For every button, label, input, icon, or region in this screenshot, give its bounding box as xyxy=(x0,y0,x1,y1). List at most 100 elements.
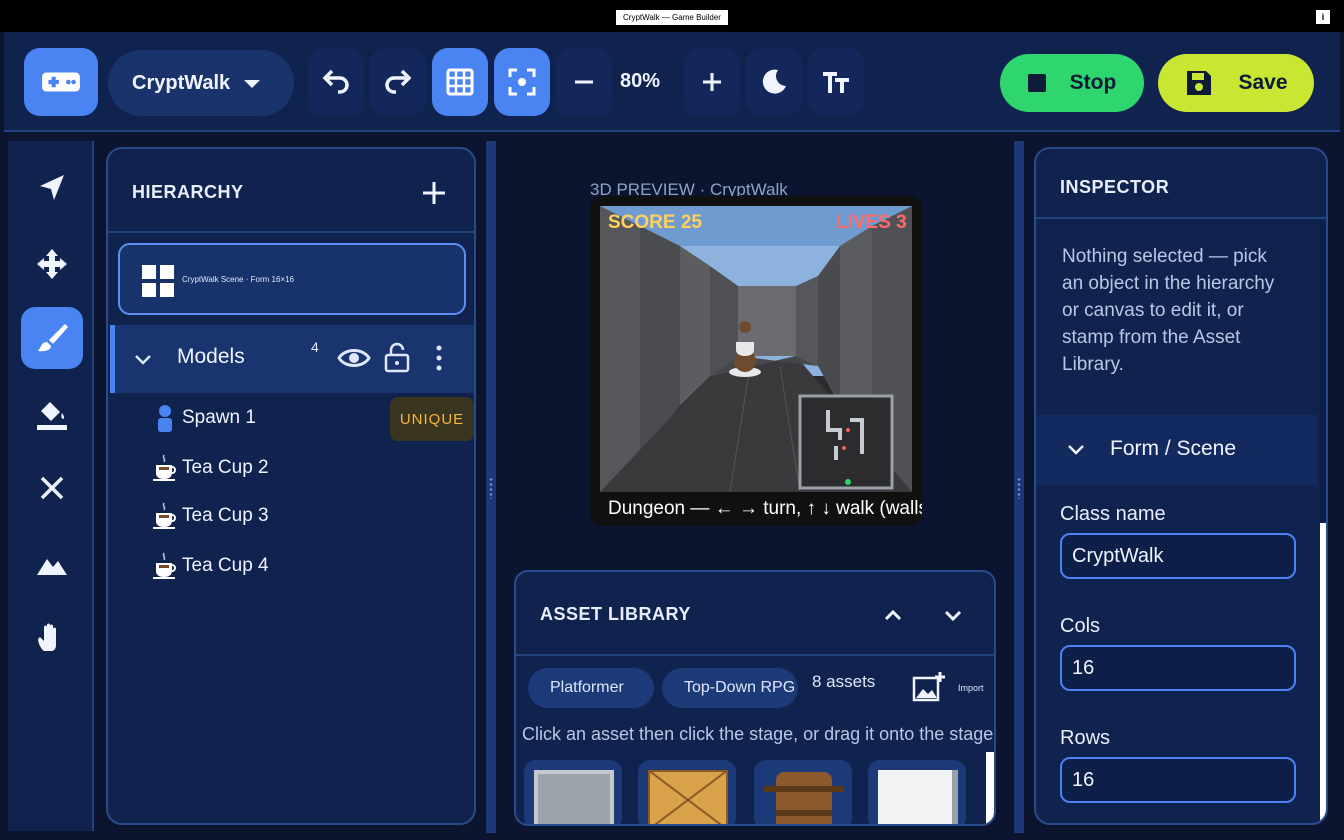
lives-display: LIVES 3 xyxy=(836,212,907,233)
terrain-tool[interactable] xyxy=(21,533,83,595)
project-selector[interactable]: CryptWalk xyxy=(108,50,294,116)
tea-cup-icon xyxy=(153,502,176,529)
project-name: CryptWalk xyxy=(132,71,231,94)
more-vertical-icon[interactable] xyxy=(433,343,445,373)
asset-library-header: ASSET LIBRARY xyxy=(516,572,994,656)
list-item[interactable]: Tea Cup 3 xyxy=(150,495,470,535)
paintbrush-icon xyxy=(38,324,68,352)
asset-library-panel: ASSET LIBRARY Platformer Top-Down RPG 8 … xyxy=(514,570,996,826)
cols-field[interactable]: 16 xyxy=(1060,645,1296,691)
list-item[interactable]: Tea Cup 2 xyxy=(150,447,470,487)
save-label: Save xyxy=(1238,71,1288,94)
rows-label: Rows xyxy=(1060,727,1111,749)
mountains-icon xyxy=(37,559,67,575)
asset-tile-wall[interactable] xyxy=(868,760,966,824)
left-splitter[interactable] xyxy=(486,141,496,833)
unique-badge: UNIQUE xyxy=(390,397,474,441)
hierarchy-title: HIERARCHY xyxy=(132,182,244,202)
floppy-disk-icon xyxy=(1187,71,1212,95)
form-scene-section[interactable]: Form / Scene xyxy=(1036,415,1318,485)
list-item[interactable]: Tea Cup 4 xyxy=(150,545,470,585)
preview-viewport[interactable]: SCORE 25 LIVES 3 Dungeon — ← → turn, ↑ ↓… xyxy=(590,196,922,526)
move-arrows-icon xyxy=(37,249,67,279)
save-button[interactable]: Save xyxy=(1158,54,1314,112)
fill-tool[interactable] xyxy=(21,383,83,445)
asset-tile-stone[interactable] xyxy=(524,760,622,824)
pan-tool[interactable] xyxy=(21,607,83,669)
tab-platformer[interactable]: Platformer xyxy=(528,668,654,708)
focus-button[interactable] xyxy=(494,48,550,116)
gamepad-icon xyxy=(42,72,80,92)
white-block-icon xyxy=(878,770,958,824)
brush-tool[interactable] xyxy=(21,307,83,369)
grid-toggle-button[interactable] xyxy=(432,48,488,116)
chevron-down-icon[interactable] xyxy=(1066,439,1086,459)
preview-caption: Dungeon — ← → turn, ↑ ↓ walk (walls bloc… xyxy=(608,498,922,519)
gamepad-menu-button[interactable] xyxy=(24,48,98,116)
undo-button[interactable] xyxy=(308,48,364,116)
zoom-out-button[interactable] xyxy=(556,48,612,116)
stop-button[interactable]: Stop xyxy=(1000,54,1144,112)
window-titlebar: CryptWalk — Game Builder i xyxy=(0,0,1344,32)
unlock-icon[interactable] xyxy=(383,341,411,373)
redo-button[interactable] xyxy=(370,48,426,116)
barrel-icon xyxy=(764,772,844,824)
toolbar: CryptWalk 80% Stop Save xyxy=(4,32,1340,132)
crate-icon xyxy=(648,770,728,824)
asset-scrollbar[interactable] xyxy=(986,752,994,824)
delete-tool[interactable] xyxy=(21,457,83,519)
inspector-title: INSPECTOR xyxy=(1060,177,1170,197)
stop-label: Stop xyxy=(1069,71,1117,94)
zoom-level: 80% xyxy=(620,70,661,92)
stone-block-icon xyxy=(534,770,614,824)
chevron-down-icon[interactable] xyxy=(133,349,153,369)
dungeon-scene xyxy=(600,206,912,492)
inspector-header: INSPECTOR xyxy=(1036,149,1326,219)
tea-cup-icon xyxy=(153,454,176,481)
inspector-scrollbar[interactable] xyxy=(1320,223,1326,823)
group-name: Models xyxy=(177,345,245,368)
minus-icon xyxy=(575,80,593,84)
asset-count: 8 assets xyxy=(806,672,882,692)
window-title: CryptWalk — Game Builder xyxy=(616,10,728,25)
tool-rail xyxy=(8,141,94,831)
item-label: Tea Cup 4 xyxy=(182,555,269,576)
score-display: SCORE 25 xyxy=(608,212,702,233)
add-icon[interactable] xyxy=(420,179,448,207)
tab-top-down-rpg[interactable]: Top-Down RPG xyxy=(662,668,798,708)
divider xyxy=(108,231,474,233)
group-row-models[interactable]: Models 4 xyxy=(110,325,474,393)
navigation-arrow-icon xyxy=(40,175,64,200)
plus-icon xyxy=(703,73,721,91)
rows-field[interactable]: 16 xyxy=(1060,757,1296,803)
inspector-panel: INSPECTOR Nothing selected — pick an obj… xyxy=(1034,147,1328,825)
scrollbar-thumb[interactable] xyxy=(1320,523,1326,823)
class-name-field[interactable]: CryptWalk xyxy=(1060,533,1296,579)
hierarchy-panel: HIERARCHY CryptWalk Scene · Form 16×16 M… xyxy=(106,147,476,825)
info-button[interactable]: i xyxy=(1316,10,1330,24)
chevron-up-icon[interactable] xyxy=(882,604,904,626)
move-tool[interactable] xyxy=(21,233,83,295)
right-splitter[interactable] xyxy=(1014,141,1024,833)
select-tool[interactable] xyxy=(21,157,83,219)
item-label: Tea Cup 2 xyxy=(182,457,269,478)
asset-hint: Click an asset then click the stage, or … xyxy=(522,724,996,744)
add-image-icon[interactable] xyxy=(912,670,946,704)
cols-label: Cols xyxy=(1060,615,1101,637)
text-size-button[interactable] xyxy=(808,48,864,116)
asset-library-title: ASSET LIBRARY xyxy=(540,604,691,624)
zoom-in-button[interactable] xyxy=(684,48,740,116)
asset-tile-barrel[interactable] xyxy=(754,760,852,824)
theme-toggle-button[interactable] xyxy=(746,48,802,116)
class-name-label: Class name xyxy=(1060,503,1166,525)
asset-tile-crate[interactable] xyxy=(638,760,736,824)
chevron-down-icon[interactable] xyxy=(942,604,964,626)
scene-label: CryptWalk Scene · Form 16×16 xyxy=(182,275,294,284)
tea-cup-icon xyxy=(153,552,176,579)
drag-handle-icon xyxy=(489,477,493,499)
hand-icon xyxy=(38,623,56,651)
import-label[interactable]: Import xyxy=(958,683,984,693)
eye-icon[interactable] xyxy=(337,343,371,373)
person-icon xyxy=(158,405,172,432)
scene-card[interactable]: CryptWalk Scene · Form 16×16 xyxy=(118,243,466,315)
